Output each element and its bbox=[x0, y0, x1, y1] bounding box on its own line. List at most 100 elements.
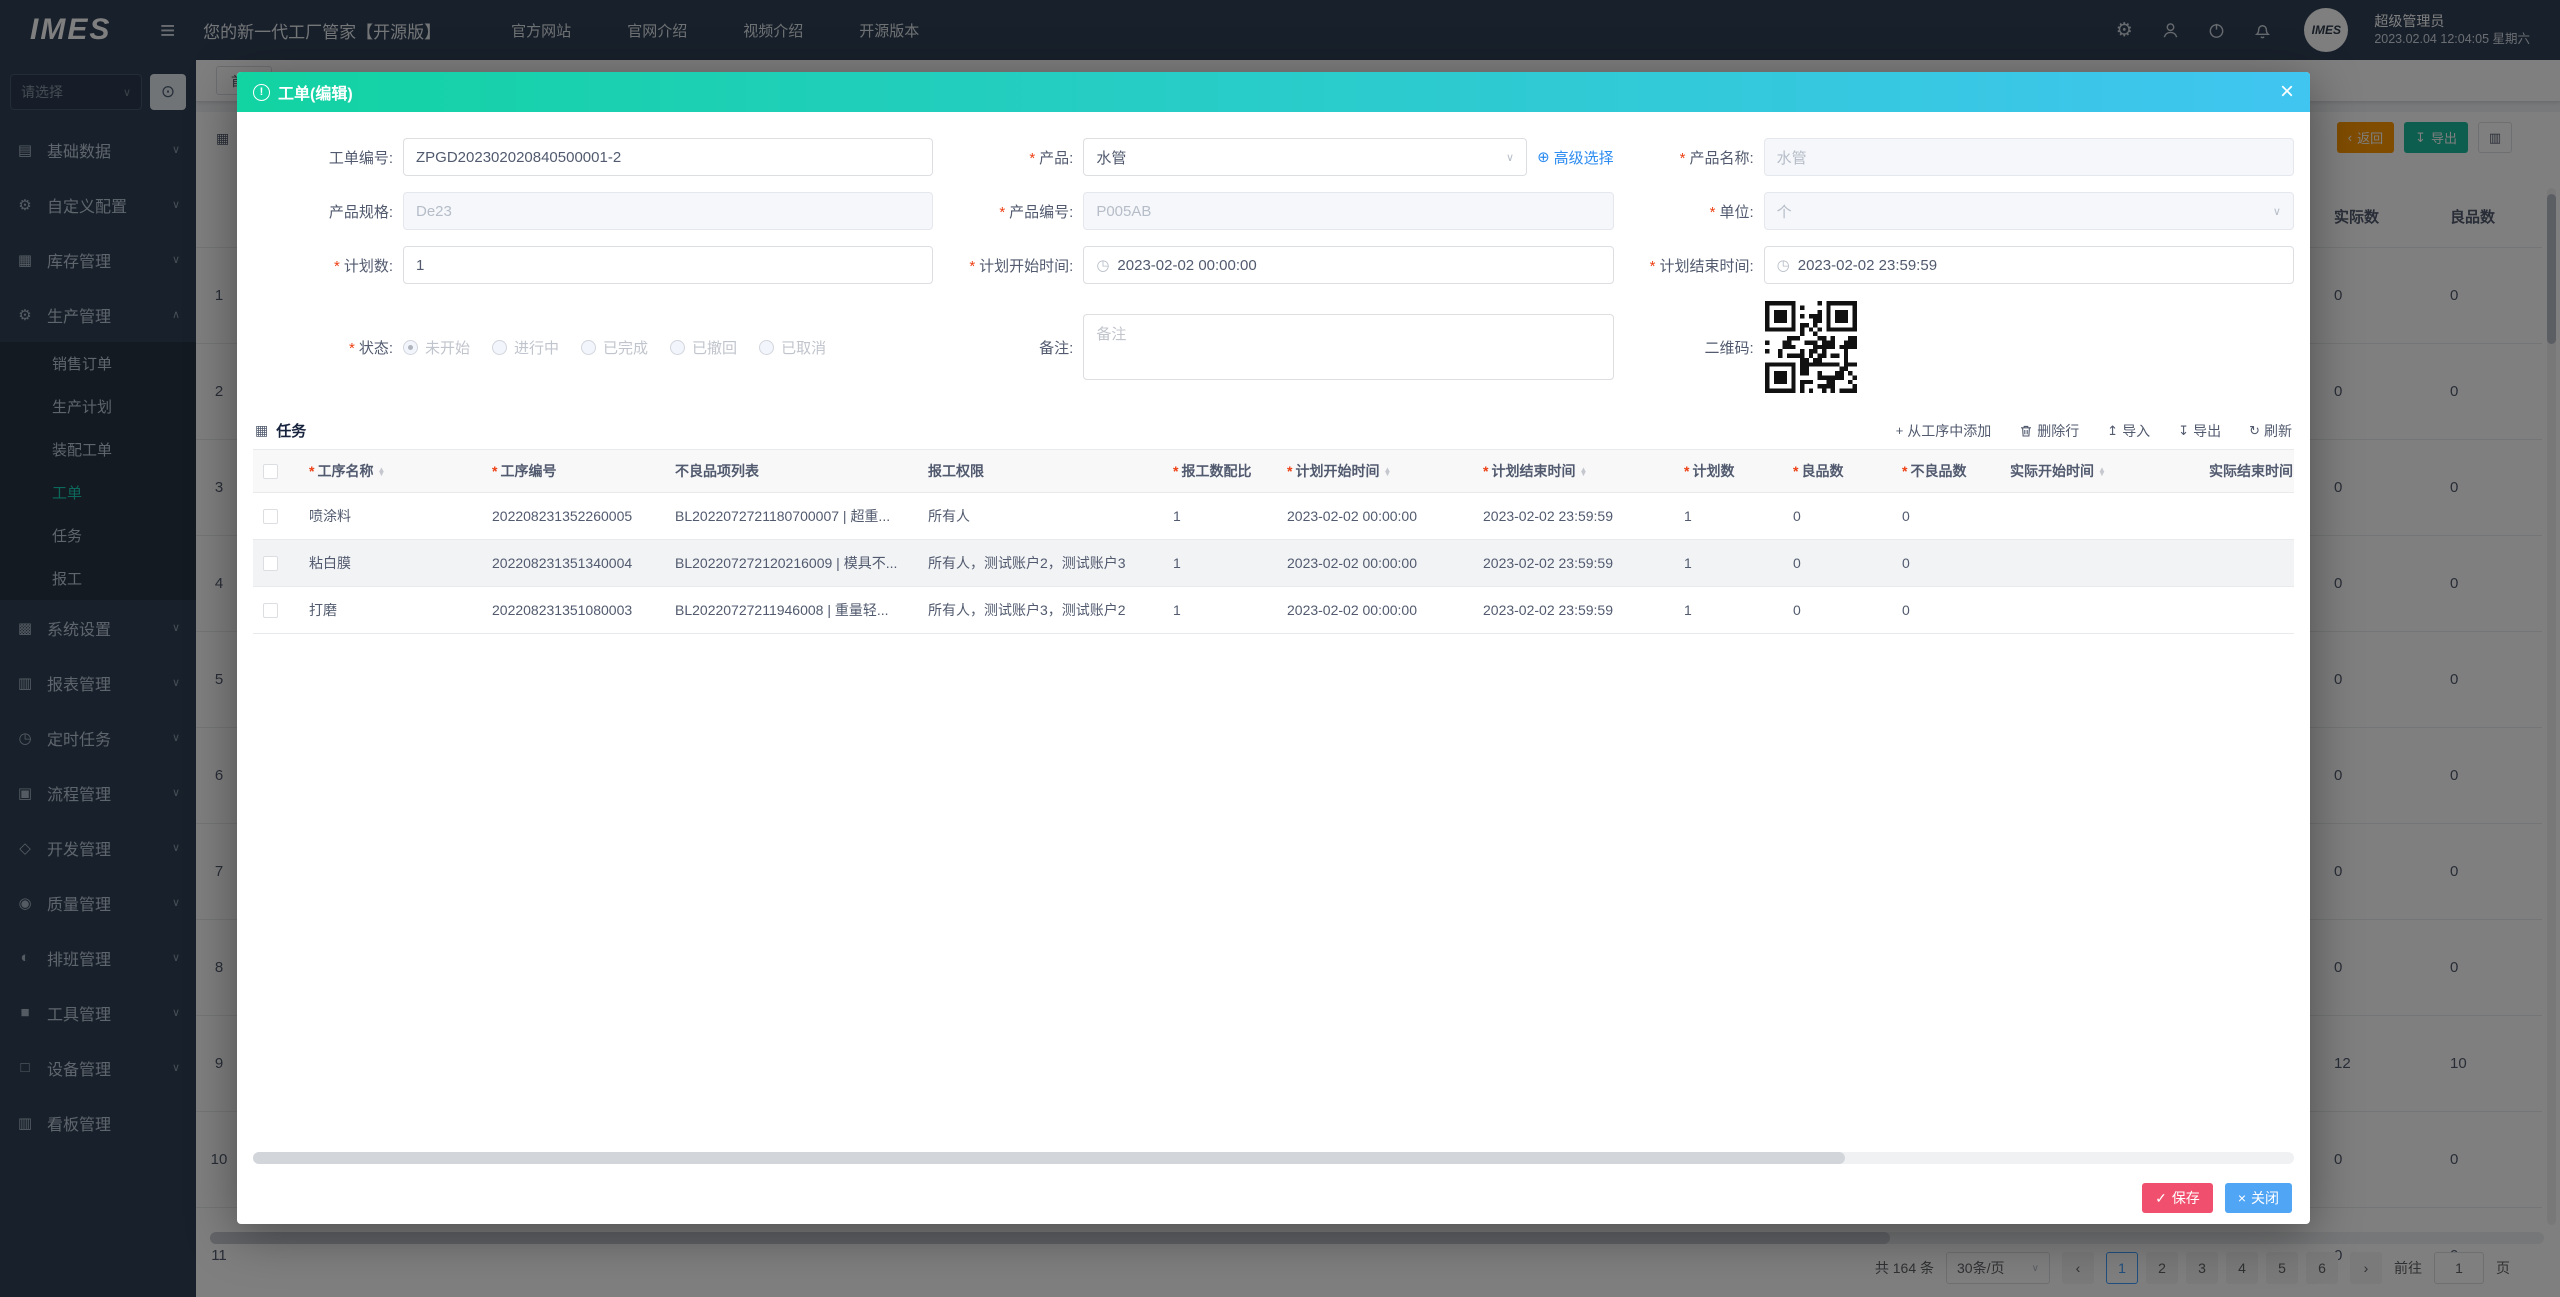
order-no-input[interactable] bbox=[403, 138, 934, 176]
plus-icon: + bbox=[1895, 423, 1904, 438]
toolbar-label: 从工序中添加 bbox=[1907, 422, 1992, 439]
row-select-cell bbox=[253, 492, 299, 540]
column-header-实际开始时间[interactable]: 实际开始时间 ▲ ▼ bbox=[2000, 450, 2199, 493]
cell-defect: 0 bbox=[1892, 492, 2000, 540]
column-label: 工序名称 bbox=[309, 463, 373, 479]
cell-ratio: 1 bbox=[1163, 539, 1277, 587]
cell-plan_end: 2023-02-02 23:59:59 bbox=[1473, 492, 1674, 540]
cell-plan_start: 2023-02-02 00:00:00 bbox=[1277, 492, 1473, 540]
tasks-toolbar-export[interactable]: ↧ 导出 bbox=[2178, 421, 2221, 441]
plan-end-datetime-input[interactable]: ◷ 2023-02-02 23:59:59 bbox=[1763, 246, 2294, 284]
plan-count-input[interactable] bbox=[403, 246, 934, 284]
cell-ratio: 1 bbox=[1163, 586, 1277, 634]
cell-code: 202208231351340004 bbox=[482, 539, 665, 587]
clock-icon: ◷ bbox=[1776, 257, 1790, 274]
column-label: 不良品数 bbox=[1902, 463, 1966, 479]
field-label: 工单编号: bbox=[328, 149, 393, 167]
cell-name[interactable]: 粘白膜 bbox=[299, 539, 482, 587]
cell-actual_start bbox=[2000, 492, 2199, 540]
cell-actual_end bbox=[2199, 539, 2294, 587]
cell-plan_start: 2023-02-02 00:00:00 bbox=[1277, 586, 1473, 634]
tasks-title: ▦ 任务 bbox=[255, 422, 307, 440]
cell-good: 0 bbox=[1783, 492, 1892, 540]
tasks-toolbar-trash[interactable]: 删除行 bbox=[2019, 421, 2079, 441]
import-icon: ↥ bbox=[2107, 422, 2119, 438]
select-all-checkbox[interactable] bbox=[263, 464, 278, 480]
plan-start-datetime-input[interactable]: ◷ 2023-02-02 00:00:00 bbox=[1083, 246, 1614, 284]
sort-icon[interactable]: ▲ ▼ bbox=[2098, 465, 2106, 478]
scrollbar-thumb[interactable] bbox=[253, 1152, 1845, 1164]
sort-icon[interactable]: ▲ ▼ bbox=[377, 465, 385, 478]
tasks-horizontal-scrollbar[interactable] bbox=[253, 1152, 2294, 1164]
column-header-工序名称[interactable]: 工序名称 ▲▼ bbox=[299, 450, 482, 493]
column-header-实际结束时间[interactable]: 实际结束时间▲▼ bbox=[2199, 450, 2294, 493]
status-radio-进行中: 进行中 bbox=[492, 337, 559, 358]
row-checkbox[interactable] bbox=[263, 555, 278, 571]
cell-plan_count: 1 bbox=[1674, 586, 1783, 634]
tasks-toolbar: + 从工序中添加 删除行 ↥ 导入 ↧ 导出 ↻ 刷新 bbox=[1896, 421, 2292, 441]
advanced-select-link[interactable]: ⊕ 高级选择 bbox=[1537, 147, 1614, 168]
product-select[interactable]: 水管 ∨ bbox=[1083, 138, 1528, 176]
check-icon: ✓ bbox=[2155, 1189, 2167, 1206]
modal-body: 工单编号: 产品: 水管 ∨ ⊕高级选择 产品名称: 水管 产品规格: bbox=[237, 112, 2310, 1172]
task-row: 喷涂料 202208231352260005 BL20220727211807000… bbox=[253, 492, 2294, 540]
field-label: 单位: bbox=[1614, 201, 1764, 222]
column-header-计划结束时间[interactable]: 计划结束时间 ▲▼ bbox=[1473, 450, 1674, 493]
tasks-toolbar-plus[interactable]: + 从工序中添加 bbox=[1896, 421, 1992, 441]
field-label: 产品名称: bbox=[1614, 147, 1764, 168]
x-icon: × bbox=[2237, 1190, 2246, 1206]
tasks-section-header: ▦ 任务 + 从工序中添加 删除行 ↥ 导入 ↧ 导出 ↻ 刷新 bbox=[255, 420, 2292, 441]
remark-textarea[interactable] bbox=[1083, 314, 1614, 380]
product-name-input: 水管 bbox=[1763, 138, 2294, 176]
radio-label: 进行中 bbox=[514, 339, 560, 357]
field-plan-start: 计划开始时间: ◷ 2023-02-02 00:00:00 bbox=[933, 246, 1614, 284]
cell-plan_end: 2023-02-02 23:59:59 bbox=[1473, 539, 1674, 587]
column-header-报工数配比: 报工数配比 bbox=[1163, 450, 1277, 493]
field-label: 计划结束时间: bbox=[1614, 255, 1764, 276]
cell-plan_count: 1 bbox=[1674, 492, 1783, 540]
column-label: 计划结束时间 bbox=[1483, 463, 1575, 479]
row-checkbox[interactable] bbox=[263, 602, 278, 618]
radio-label: 已完成 bbox=[603, 339, 649, 357]
sort-icon[interactable]: ▲ ▼ bbox=[1383, 465, 1391, 478]
unit-select: 个 ∨ bbox=[1763, 192, 2294, 230]
cell-good: 0 bbox=[1783, 539, 1892, 587]
select-all-header bbox=[253, 450, 299, 493]
toolbar-label: 导入 bbox=[2122, 422, 2151, 439]
row-select-cell bbox=[253, 586, 299, 634]
cell-actual_start bbox=[2000, 586, 2199, 634]
status-radio-已撤回: 已撤回 bbox=[670, 337, 737, 358]
field-product-no: 产品编号: P005AB bbox=[933, 192, 1614, 230]
close-icon[interactable]: × bbox=[2280, 80, 2294, 104]
field-label: 二维码: bbox=[1704, 339, 1754, 357]
radio-icon bbox=[403, 339, 418, 355]
cell-defects: BL202207272120216009 | 模具不... bbox=[665, 539, 918, 587]
tasks-toolbar-refresh[interactable]: ↻ 刷新 bbox=[2249, 421, 2292, 441]
product-spec-input: De23 bbox=[403, 192, 934, 230]
qr-code bbox=[1763, 300, 1858, 394]
column-label: 报工权限 bbox=[928, 462, 984, 479]
column-label: 计划开始时间 bbox=[1287, 463, 1379, 479]
cell-actual_start bbox=[2000, 539, 2199, 587]
column-header-报工权限: 报工权限 bbox=[918, 450, 1163, 493]
sort-icon[interactable]: ▲ ▼ bbox=[1579, 465, 1587, 478]
radio-label: 已撤回 bbox=[692, 339, 738, 357]
close-button[interactable]: × 关闭 bbox=[2224, 1183, 2292, 1213]
chevron-down-icon: ∨ bbox=[1506, 151, 1515, 164]
row-checkbox[interactable] bbox=[263, 508, 278, 524]
cell-name[interactable]: 喷涂料 bbox=[299, 492, 482, 540]
toolbar-label: 刷新 bbox=[2264, 422, 2292, 439]
field-label: 产品: bbox=[933, 147, 1083, 168]
cell-defect: 0 bbox=[1892, 539, 2000, 587]
field-plan-count: 计划数: bbox=[253, 246, 934, 284]
work-order-edit-modal: 工单(编辑) × 工单编号: 产品: 水管 ∨ ⊕高级选择 bbox=[237, 72, 2310, 1224]
clock-icon: ◷ bbox=[1096, 257, 1110, 274]
tasks-toolbar-import[interactable]: ↥ 导入 bbox=[2107, 421, 2150, 441]
column-header-计划开始时间[interactable]: 计划开始时间 ▲▼ bbox=[1277, 450, 1473, 493]
info-icon bbox=[253, 83, 270, 101]
cell-defects: BL2022072721180700007 | 超重... bbox=[665, 492, 918, 540]
radio-icon bbox=[759, 339, 775, 355]
cell-name[interactable]: 打磨 bbox=[299, 586, 482, 634]
field-label: 备注: bbox=[1039, 339, 1074, 357]
save-button[interactable]: ✓ 保存 bbox=[2142, 1183, 2213, 1213]
